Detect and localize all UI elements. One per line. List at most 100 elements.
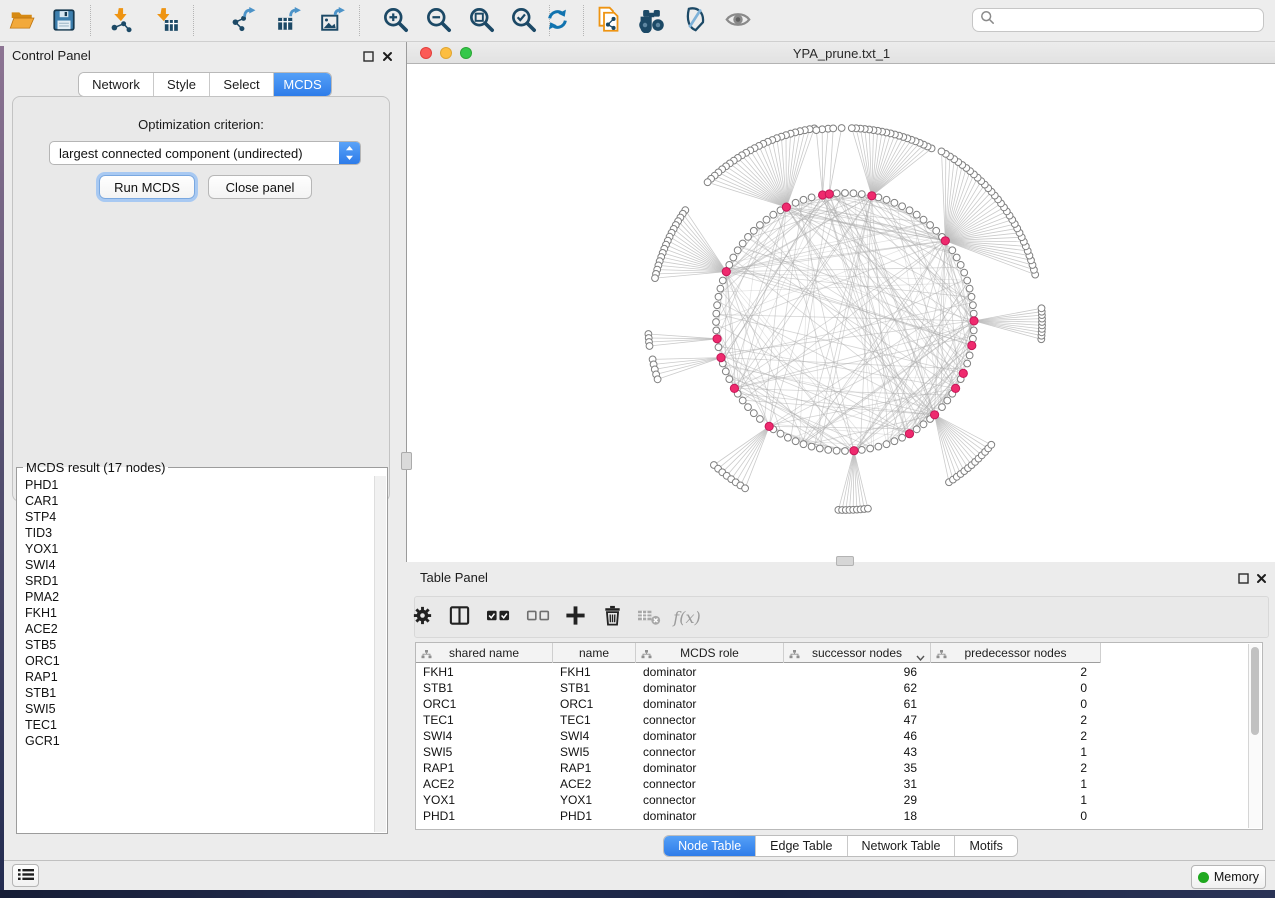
table-settings-icon: [411, 604, 434, 630]
tab-style[interactable]: Style: [153, 73, 209, 96]
zoom-in-icon: [382, 6, 409, 36]
tab-node-table[interactable]: Node Table: [664, 836, 755, 856]
tab-motifs[interactable]: Motifs: [954, 836, 1016, 856]
zoom-selected-button[interactable]: [505, 3, 541, 39]
table-row[interactable]: SWI5SWI5connector431: [416, 744, 1262, 760]
column-header-predecessor-nodes[interactable]: predecessor nodes: [931, 643, 1101, 663]
criterion-select[interactable]: largest connected component (undirected): [49, 141, 361, 165]
zoom-fit-button[interactable]: [463, 3, 499, 39]
export-table-button[interactable]: [271, 3, 307, 39]
table-row[interactable]: TEC1TEC1connector472: [416, 712, 1262, 728]
table-settings-button[interactable]: [406, 601, 438, 633]
export-image-button[interactable]: [315, 3, 351, 39]
mcds-node-item[interactable]: PMA2: [25, 589, 373, 605]
mcds-node-item[interactable]: STB1: [25, 685, 373, 701]
show-hide-button[interactable]: [720, 3, 756, 39]
zoom-out-button[interactable]: [420, 3, 456, 39]
cell-successor-nodes: 62: [784, 680, 917, 696]
mcds-node-item[interactable]: GCR1: [25, 733, 373, 749]
mcds-node-item[interactable]: RAP1: [25, 669, 373, 685]
table-scrollbar[interactable]: [1248, 644, 1261, 828]
add-button[interactable]: [559, 601, 591, 633]
horizontal-splitter-handle[interactable]: [836, 556, 854, 566]
select-all-icon: [486, 604, 511, 630]
annotation-button[interactable]: [676, 3, 712, 39]
cell-predecessor-nodes: 0: [931, 808, 1087, 824]
mcds-node-item[interactable]: PHD1: [25, 477, 373, 493]
show-columns-button[interactable]: [443, 601, 475, 633]
close-panel-icon[interactable]: [382, 49, 394, 61]
save-session-button[interactable]: [46, 3, 82, 39]
mcds-node-item[interactable]: SRD1: [25, 573, 373, 589]
search-box[interactable]: [972, 8, 1264, 32]
table-row[interactable]: RAP1RAP1dominator352: [416, 760, 1262, 776]
task-history-button[interactable]: [12, 864, 39, 887]
table-scrollbar-thumb[interactable]: [1251, 647, 1259, 735]
mcds-node-item[interactable]: STP4: [25, 509, 373, 525]
cell-predecessor-nodes: 2: [931, 664, 1087, 680]
float-panel-icon[interactable]: [363, 49, 375, 61]
clone-network-button[interactable]: [590, 3, 626, 39]
select-all-button[interactable]: [482, 601, 514, 633]
mcds-node-item[interactable]: FKH1: [25, 605, 373, 621]
column-header-shared-name[interactable]: shared name: [416, 643, 553, 663]
cell-name: ACE2: [560, 776, 636, 792]
mcds-node-item[interactable]: SWI5: [25, 701, 373, 717]
column-header-MCDS-role[interactable]: MCDS role: [636, 643, 784, 663]
cell-MCDS-role: dominator: [643, 664, 784, 680]
cell-name: RAP1: [560, 760, 636, 776]
zoom-out-icon: [425, 6, 452, 36]
tab-select[interactable]: Select: [209, 73, 273, 96]
search-network-button[interactable]: [633, 3, 669, 39]
node-table: shared namenameMCDS role successor nodes p…: [415, 642, 1263, 830]
mcds-node-item[interactable]: CAR1: [25, 493, 373, 509]
tab-edge-table[interactable]: Edge Table: [755, 836, 846, 856]
table-row[interactable]: SWI4SWI4dominator462: [416, 728, 1262, 744]
table-row[interactable]: STB1STB1dominator620: [416, 680, 1262, 696]
mcds-node-item[interactable]: YOX1: [25, 541, 373, 557]
delete-button[interactable]: [596, 601, 628, 633]
cell-MCDS-role: connector: [643, 792, 784, 808]
mcds-node-item[interactable]: SWI4: [25, 557, 373, 573]
table-row[interactable]: ORC1ORC1dominator610: [416, 696, 1262, 712]
column-header-successor-nodes[interactable]: successor nodes: [784, 643, 931, 663]
tab-network-table[interactable]: Network Table: [847, 836, 955, 856]
network-window-titlebar[interactable]: YPA_prune.txt_1: [407, 42, 1275, 64]
table-row[interactable]: PHD1PHD1dominator180: [416, 808, 1262, 824]
mcds-node-item[interactable]: ACE2: [25, 621, 373, 637]
mcds-list-scrollbar[interactable]: [374, 476, 386, 832]
search-input[interactable]: [1000, 12, 1263, 28]
close-table-panel-icon[interactable]: [1256, 571, 1268, 583]
mcds-result-list[interactable]: PHD1CAR1STP4TID3YOX1SWI4SRD1PMA2FKH1ACE2…: [19, 477, 373, 831]
vertical-splitter-handle[interactable]: [401, 452, 412, 470]
column-header-label: successor nodes: [812, 646, 902, 660]
tab-network[interactable]: Network: [79, 73, 153, 96]
export-network-button[interactable]: [225, 3, 261, 39]
cell-shared-name: SWI5: [423, 744, 553, 760]
mcds-node-item[interactable]: TID3: [25, 525, 373, 541]
refresh-button[interactable]: [539, 3, 575, 39]
cytoscape-screen: Control Panel NetworkStyleSelectMCDS Opt…: [0, 0, 1275, 898]
deselect-all-button[interactable]: [522, 601, 554, 633]
mcds-node-item[interactable]: TEC1: [25, 717, 373, 733]
mcds-node-item[interactable]: ORC1: [25, 653, 373, 669]
run-mcds-button[interactable]: Run MCDS: [99, 175, 195, 199]
network-canvas[interactable]: [407, 64, 1275, 562]
zoom-selected-icon: [510, 6, 537, 36]
import-table-button[interactable]: [149, 3, 185, 39]
table-row[interactable]: YOX1YOX1connector291: [416, 792, 1262, 808]
close-panel-button[interactable]: Close panel: [208, 175, 312, 199]
float-table-panel-icon[interactable]: [1238, 571, 1250, 583]
column-header-name[interactable]: name: [553, 643, 636, 663]
import-network-button[interactable]: [104, 3, 140, 39]
mcds-node-item[interactable]: STB5: [25, 637, 373, 653]
zoom-in-button[interactable]: [377, 3, 413, 39]
table-row[interactable]: FKH1FKH1dominator962: [416, 664, 1262, 680]
cell-name: YOX1: [560, 792, 636, 808]
table-row[interactable]: ACE2ACE2connector311: [416, 776, 1262, 792]
memory-button[interactable]: Memory: [1191, 865, 1266, 889]
table-tabs-row: Node TableEdge TableNetwork TableMotifs: [406, 835, 1275, 857]
tab-mcds[interactable]: MCDS: [273, 73, 331, 96]
open-file-button[interactable]: [4, 3, 40, 39]
memory-button-label: Memory: [1214, 870, 1259, 884]
